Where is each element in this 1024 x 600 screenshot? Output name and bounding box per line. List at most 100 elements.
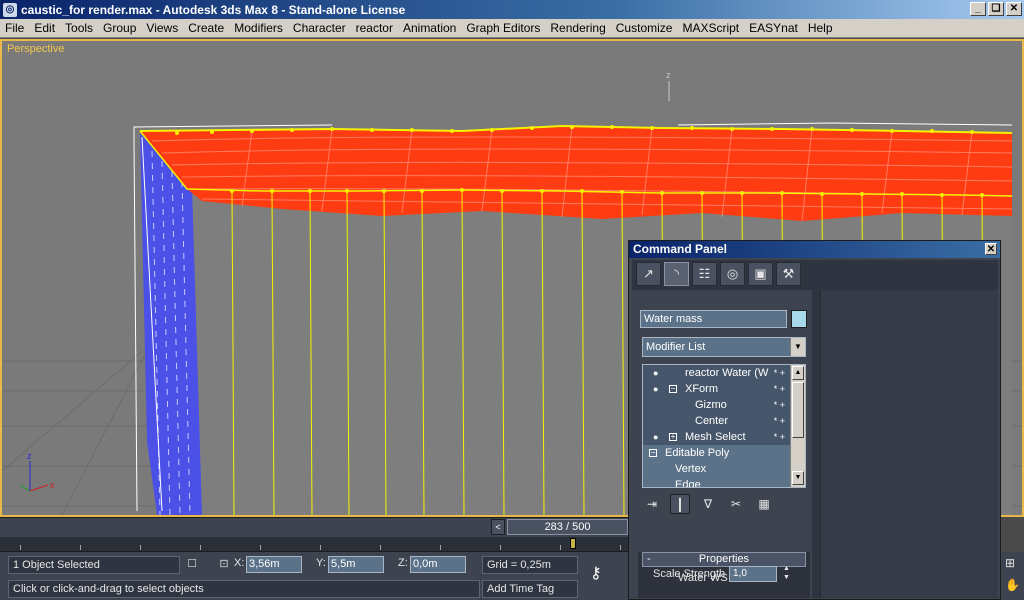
y-coordinate-field[interactable]: 5,5m: [328, 556, 384, 573]
z-coordinate-field[interactable]: 0,0m: [410, 556, 466, 573]
scale-strength-row: Scale Strength 1,0 ▲ ▼: [645, 565, 815, 583]
stack-item-flags: * +: [773, 416, 785, 426]
menu-animation[interactable]: Animation: [398, 21, 461, 35]
stack-item-label: Mesh Select: [685, 431, 746, 443]
add-time-tag-button[interactable]: Add Time Tag: [482, 580, 578, 598]
window-title: caustic_for render.max - Autodesk 3ds Ma…: [21, 2, 406, 17]
modifier-list-label: Modifier List: [646, 341, 706, 353]
lightbulb-icon[interactable]: ●: [653, 384, 661, 394]
stack-item-gizmo[interactable]: Gizmo * +: [643, 397, 805, 413]
previous-frame-button[interactable]: <: [491, 519, 505, 535]
track-tick: [200, 545, 201, 550]
menu-group[interactable]: Group: [98, 21, 141, 35]
stack-item-label: Edge: [675, 479, 701, 488]
stack-scrollbar[interactable]: ▲ ▼: [790, 365, 805, 487]
close-button[interactable]: ✕: [1006, 2, 1022, 16]
tab-motion[interactable]: ◎: [720, 262, 745, 286]
menu-bar: File Edit Tools Group Views Create Modif…: [0, 19, 1024, 38]
stack-item-edge[interactable]: Edge: [643, 477, 805, 488]
show-end-result-icon[interactable]: ┃: [670, 494, 690, 514]
remove-modifier-icon[interactable]: ✂: [726, 494, 746, 514]
track-bar[interactable]: [0, 537, 628, 551]
make-unique-icon[interactable]: ∇: [698, 494, 718, 514]
modifier-stack[interactable]: ● reactor Water (W * + ● − XForm * + Giz…: [642, 364, 806, 488]
absolute-mode-icon[interactable]: ⊡: [218, 558, 230, 570]
pan-icon[interactable]: ✋: [1005, 578, 1020, 592]
menu-edit[interactable]: Edit: [29, 21, 60, 35]
menu-tools[interactable]: Tools: [60, 21, 98, 35]
tab-create[interactable]: ↗: [636, 262, 661, 286]
menu-rendering[interactable]: Rendering: [545, 21, 610, 35]
current-frame-marker[interactable]: [570, 538, 576, 549]
scroll-down-icon[interactable]: ▼: [792, 471, 804, 485]
z-label: Z:: [398, 557, 408, 569]
command-panel-title[interactable]: Command Panel ✕: [629, 241, 1000, 258]
scroll-up-icon[interactable]: ▲: [792, 366, 804, 380]
lightbulb-icon[interactable]: ●: [653, 368, 661, 378]
track-tick: [320, 545, 321, 550]
menu-graph-editors[interactable]: Graph Editors: [461, 21, 545, 35]
stack-item-label: XForm: [685, 383, 718, 395]
stack-item-label: Vertex: [675, 463, 707, 475]
world-z-label: z: [666, 70, 671, 80]
water-mesh: [140, 126, 1012, 221]
grid-size-display: Grid = 0,25m: [482, 556, 578, 574]
menu-help[interactable]: Help: [803, 21, 838, 35]
app-icon: ◎: [3, 2, 17, 17]
scale-strength-spinner[interactable]: 1,0: [729, 566, 777, 582]
status-bar: 1 Object Selected ☐ ⊡ X: 3,56m Y: 5,5m Z…: [0, 551, 628, 600]
track-tick: [260, 545, 261, 550]
menu-file[interactable]: File: [0, 21, 29, 35]
x-coordinate-field[interactable]: 3,56m: [246, 556, 302, 573]
track-tick: [560, 545, 561, 550]
spinner-down-icon[interactable]: ▼: [783, 574, 790, 582]
track-tick: [80, 545, 81, 550]
menu-create[interactable]: Create: [183, 21, 229, 35]
stack-item-editable-poly[interactable]: − Editable Poly: [643, 445, 805, 461]
command-panel-title-text: Command Panel: [633, 242, 728, 256]
menu-easynat[interactable]: EASYnat: [744, 21, 803, 35]
configure-sets-icon[interactable]: ▦: [754, 494, 774, 514]
tab-modify[interactable]: ◝: [664, 262, 689, 286]
key-icon[interactable]: ⚷: [590, 566, 602, 582]
collapse-icon[interactable]: −: [649, 449, 657, 457]
command-panel-close-button[interactable]: ✕: [985, 243, 997, 255]
minimize-button[interactable]: _: [970, 2, 986, 16]
stack-item-center[interactable]: Center * +: [643, 413, 805, 429]
pin-stack-icon[interactable]: ⇥: [642, 494, 662, 514]
window-titlebar: ◎ caustic_for render.max - Autodesk 3ds …: [0, 0, 1024, 19]
y-label: Y:: [316, 557, 326, 569]
time-slider-bar: < 283 / 500: [0, 517, 628, 537]
menu-maxscript[interactable]: MAXScript: [677, 21, 744, 35]
menu-reactor[interactable]: reactor: [351, 21, 398, 35]
tab-hierarchy[interactable]: ☷: [692, 262, 717, 286]
track-tick: [380, 545, 381, 550]
time-slider[interactable]: 283 / 500: [507, 519, 628, 535]
lightbulb-icon[interactable]: ●: [653, 432, 661, 442]
restore-button[interactable]: ❏: [988, 2, 1004, 16]
expand-icon[interactable]: +: [669, 433, 677, 441]
command-panel: Command Panel ✕ ↗ ◝ ☷ ◎ ▣ ⚒ Water mass M…: [628, 240, 1001, 600]
zoom-extents-icon[interactable]: ⊞: [1005, 556, 1015, 570]
spinner-up-icon[interactable]: ▲: [783, 565, 790, 573]
menu-views[interactable]: Views: [141, 21, 183, 35]
chevron-down-icon[interactable]: ▼: [790, 338, 805, 356]
stack-item-xform[interactable]: ● − XForm * +: [643, 381, 805, 397]
selection-lock-icon[interactable]: ☐: [186, 558, 198, 570]
stack-item-mesh-select[interactable]: ● + Mesh Select * +: [643, 429, 805, 445]
modify-panel: Water mass Modifier List ▼ ● reactor Wat…: [632, 290, 812, 598]
object-color-swatch[interactable]: [791, 310, 807, 328]
scrollbar-thumb[interactable]: [792, 382, 804, 438]
viewport-label[interactable]: Perspective: [7, 43, 64, 55]
stack-item-label: reactor Water (W: [685, 367, 769, 379]
tab-utilities[interactable]: ⚒: [776, 262, 801, 286]
stack-item-reactor-water[interactable]: ● reactor Water (W * +: [643, 365, 805, 381]
menu-modifiers[interactable]: Modifiers: [229, 21, 288, 35]
stack-item-vertex[interactable]: Vertex: [643, 461, 805, 477]
menu-character[interactable]: Character: [288, 21, 351, 35]
collapse-icon[interactable]: −: [669, 385, 677, 393]
tab-display[interactable]: ▣: [748, 262, 773, 286]
modifier-list-dropdown[interactable]: Modifier List ▼: [642, 337, 806, 357]
menu-customize[interactable]: Customize: [611, 21, 678, 35]
object-name-field[interactable]: Water mass: [640, 310, 787, 328]
